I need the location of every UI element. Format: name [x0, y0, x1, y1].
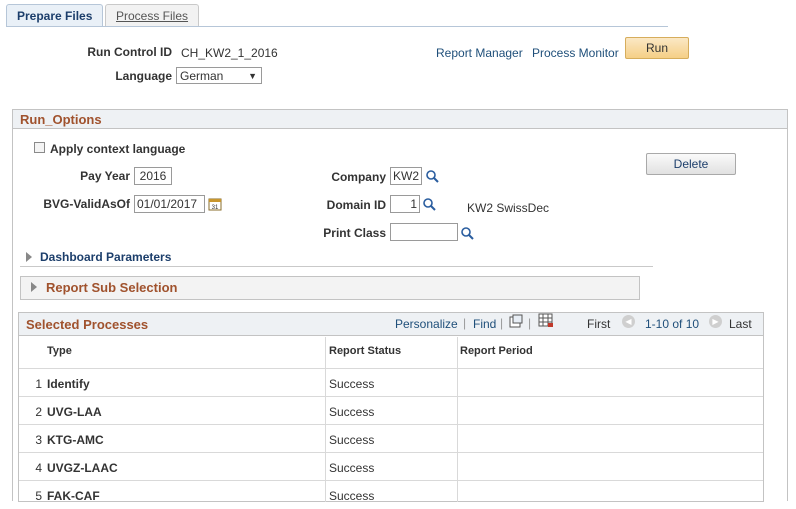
apply-context-language-label: Apply context language — [50, 142, 186, 156]
process-monitor-link[interactable]: Process Monitor — [532, 46, 619, 60]
apply-context-language-checkbox[interactable] — [34, 142, 45, 153]
separator: | — [463, 316, 467, 330]
row-type: UVG-LAA — [47, 405, 102, 419]
table-row: 3 KTG-AMC Success — [19, 424, 763, 453]
triangle-right-icon[interactable] — [26, 252, 32, 262]
chevron-down-icon: ▼ — [248, 71, 257, 81]
next-icon[interactable]: ▶ — [709, 315, 722, 328]
report-manager-link[interactable]: Report Manager — [436, 46, 523, 60]
company-input[interactable]: KW2 — [390, 167, 422, 185]
tab-divider — [6, 26, 668, 27]
row-type: FAK-CAF — [47, 489, 100, 503]
separator: | — [528, 316, 532, 330]
company-lookup-icon[interactable] — [425, 169, 439, 183]
language-select[interactable]: German ▼ — [176, 67, 262, 84]
pay-year-label: Pay Year — [80, 169, 130, 183]
separator: | — [500, 316, 504, 330]
table-row: 4 UVGZ-LAAC Success — [19, 452, 763, 481]
row-status: Success — [329, 405, 375, 419]
tab-process-files[interactable]: Process Files — [105, 4, 200, 27]
table-row: 1 Identify Success — [19, 368, 763, 397]
print-class-label: Print Class — [323, 226, 386, 240]
selected-processes-title: Selected Processes — [26, 317, 149, 332]
range-label: 1-10 of 10 — [645, 317, 700, 331]
personalize-link[interactable]: Personalize — [395, 317, 458, 331]
row-number: 3 — [35, 433, 42, 447]
svg-text:31: 31 — [212, 205, 219, 211]
print-class-lookup-icon[interactable] — [460, 226, 474, 240]
row-status: Success — [329, 377, 375, 391]
table-row: 2 UVG-LAA Success — [19, 396, 763, 425]
calendar-icon[interactable]: 31 — [208, 197, 222, 211]
run-control-id-label: Run Control ID — [87, 45, 172, 59]
dashboard-parameters-toggle[interactable]: Dashboard Parameters — [40, 250, 171, 264]
row-status: Success — [329, 489, 375, 503]
tab-process-files-label: Process Files — [116, 9, 189, 23]
pay-year-input[interactable]: 2016 — [134, 167, 172, 185]
table-row: 5 FAK-CAF Success — [19, 480, 763, 509]
language-select-value: German — [180, 69, 224, 83]
column-header-report-period[interactable]: Report Period — [460, 345, 533, 357]
row-number: 4 — [35, 461, 42, 475]
language-label: Language — [115, 69, 172, 83]
row-number: 2 — [35, 405, 42, 419]
domain-id-label: Domain ID — [326, 198, 386, 212]
row-type: UVGZ-LAAC — [47, 461, 118, 475]
print-class-input[interactable] — [390, 223, 458, 241]
last-label: Last — [729, 317, 752, 331]
row-status: Success — [329, 433, 375, 447]
row-status: Success — [329, 461, 375, 475]
download-grid-icon[interactable] — [538, 313, 554, 328]
row-type: Identify — [47, 377, 90, 391]
previous-icon[interactable]: ◀ — [622, 315, 635, 328]
find-link[interactable]: Find — [473, 317, 496, 331]
run-button[interactable]: Run — [625, 37, 689, 59]
column-header-type[interactable]: Type — [47, 345, 72, 357]
row-number: 1 — [35, 377, 42, 391]
row-type: KTG-AMC — [47, 433, 104, 447]
domain-description: KW2 SwissDec — [467, 201, 550, 215]
run-options-title: Run_Options — [20, 112, 102, 127]
domain-id-input[interactable]: 1 — [390, 195, 420, 213]
run-options-header — [12, 109, 788, 129]
dashboard-divider — [20, 266, 653, 267]
bvg-validasof-input[interactable]: 01/01/2017 — [134, 195, 205, 213]
run-control-id-value: CH_KW2_1_2016 — [181, 46, 278, 60]
triangle-right-icon[interactable] — [31, 282, 37, 292]
first-label: First — [587, 317, 611, 331]
report-sub-selection-title: Report Sub Selection — [46, 280, 178, 295]
bvg-validasof-label: BVG-ValidAsOf — [43, 197, 130, 211]
company-label: Company — [331, 170, 386, 184]
delete-button[interactable]: Delete — [646, 153, 736, 175]
tab-prepare-files[interactable]: Prepare Files — [6, 4, 104, 27]
new-window-icon[interactable] — [509, 314, 523, 328]
column-header-report-status[interactable]: Report Status — [329, 345, 401, 357]
domain-lookup-icon[interactable] — [422, 197, 436, 211]
row-number: 5 — [35, 489, 42, 503]
